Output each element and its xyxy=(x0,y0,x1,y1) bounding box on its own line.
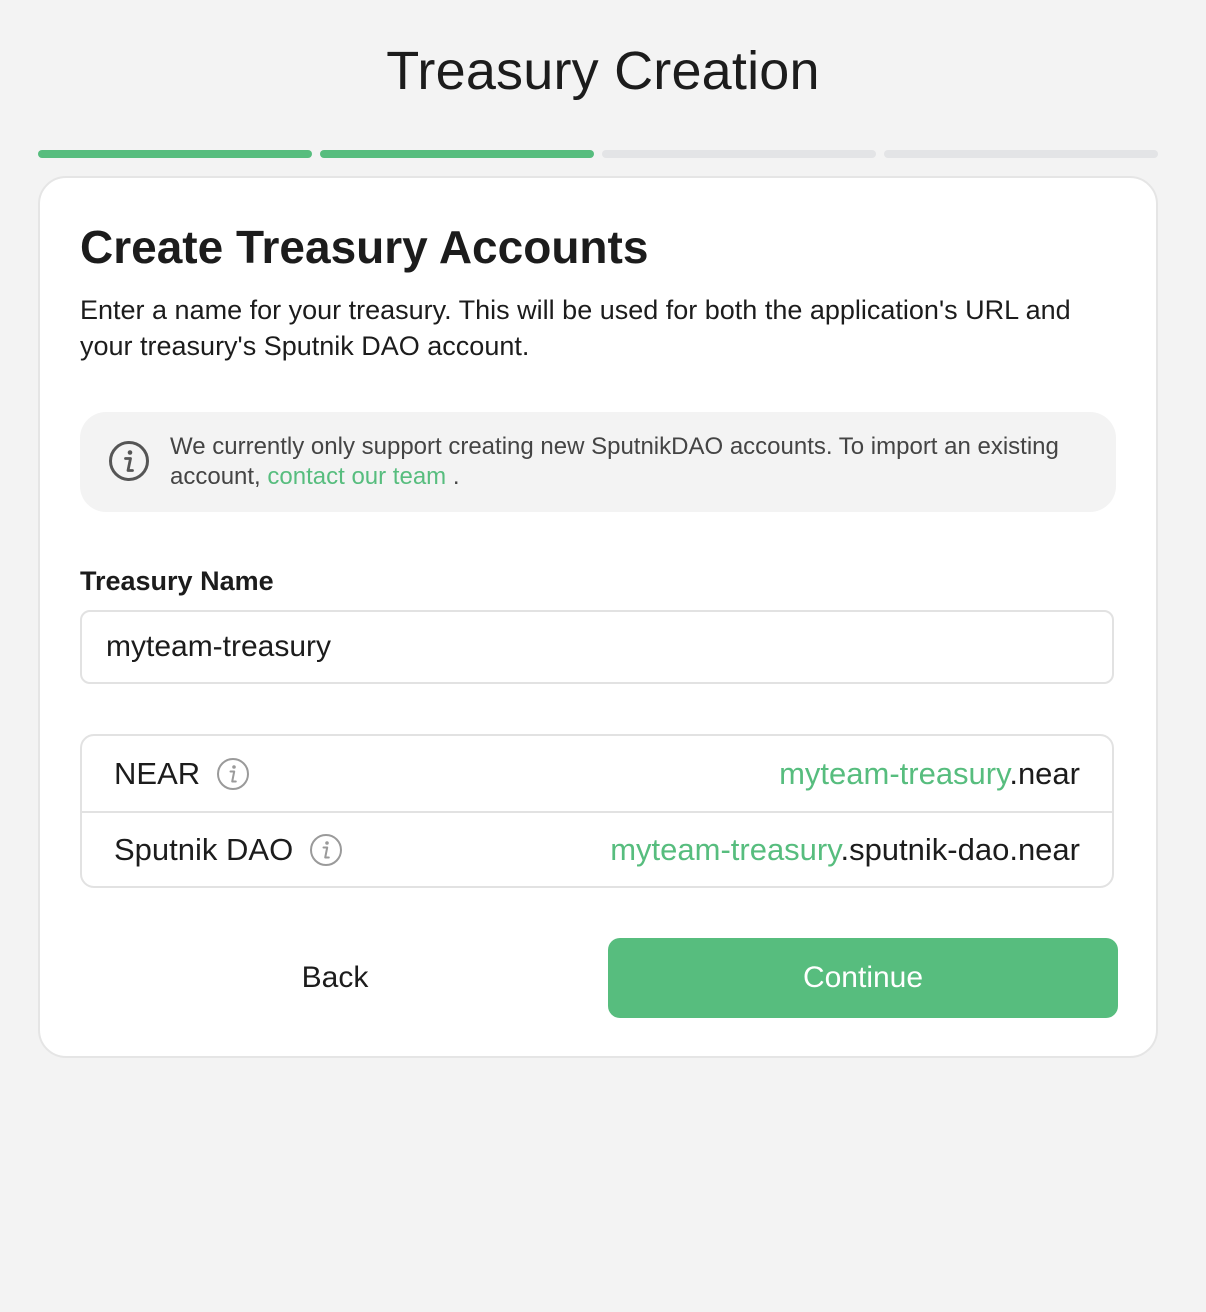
accounts-preview: NEAR myteam-treasury.near Sputnik DAO my… xyxy=(80,734,1114,888)
account-label-sputnik-dao: Sputnik DAO xyxy=(114,832,343,868)
info-text-after: . xyxy=(446,463,460,490)
progress-step-2 xyxy=(320,150,594,158)
progress-step-4 xyxy=(884,150,1158,158)
info-icon[interactable] xyxy=(309,833,343,867)
create-accounts-card: Create Treasury Accounts Enter a name fo… xyxy=(38,176,1158,1058)
account-address-name: myteam-treasury xyxy=(610,831,841,867)
info-notice: We currently only support creating new S… xyxy=(80,412,1116,512)
account-address-suffix: .near xyxy=(1009,755,1080,791)
account-row-near: NEAR myteam-treasury.near xyxy=(82,736,1112,811)
account-address-suffix: .sputnik-dao.near xyxy=(840,831,1080,867)
continue-button[interactable]: Continue xyxy=(608,938,1118,1018)
card-title: Create Treasury Accounts xyxy=(80,221,649,273)
info-notice-text: We currently only support creating new S… xyxy=(170,432,1090,492)
back-button[interactable]: Back xyxy=(80,938,590,1018)
treasury-name-label: Treasury Name xyxy=(80,566,274,596)
account-address-sputnik-dao: myteam-treasury.sputnik-dao.near xyxy=(610,832,1080,868)
account-name: Sputnik DAO xyxy=(114,831,294,867)
info-icon[interactable] xyxy=(216,757,250,791)
account-address-near: myteam-treasury.near xyxy=(779,756,1080,792)
progress-step-1 xyxy=(38,150,312,158)
account-label-near: NEAR xyxy=(114,756,250,792)
page-title: Treasury Creation xyxy=(386,41,820,101)
info-icon xyxy=(109,441,149,481)
account-address-name: myteam-treasury xyxy=(779,755,1010,791)
contact-team-link[interactable]: contact our team xyxy=(267,463,446,490)
account-name: NEAR xyxy=(114,755,201,791)
progress-step-3 xyxy=(602,150,876,158)
step-progress-bar xyxy=(38,150,1158,158)
card-description: Enter a name for your treasury. This wil… xyxy=(80,295,1071,361)
account-row-sputnik-dao: Sputnik DAO myteam-treasury.sputnik-dao.… xyxy=(82,811,1112,886)
treasury-name-input[interactable] xyxy=(80,610,1114,684)
